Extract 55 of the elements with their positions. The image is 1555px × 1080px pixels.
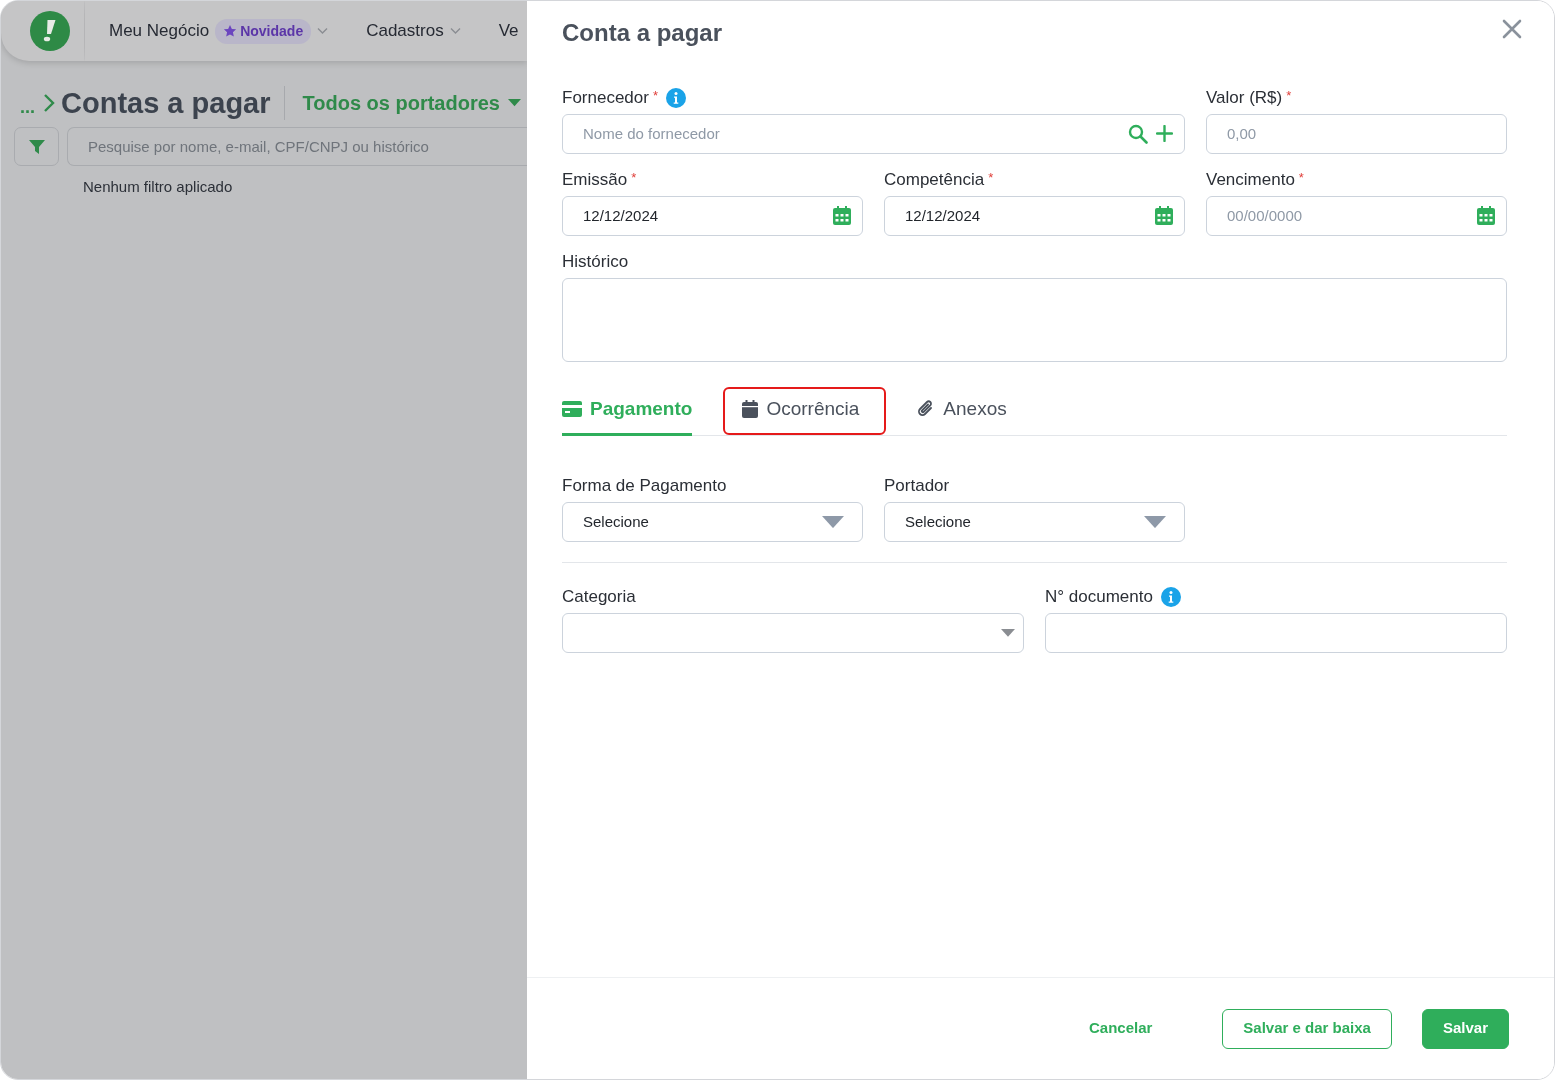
field-label: Fornecedor bbox=[562, 87, 649, 110]
date-field[interactable]: 12/12/2024 bbox=[884, 195, 1185, 236]
search-button[interactable] bbox=[1128, 123, 1148, 144]
close-icon bbox=[1502, 19, 1522, 39]
calendar-icon bbox=[742, 400, 759, 419]
caret-down-icon bbox=[1001, 628, 1015, 637]
nav-menu-item[interactable]: Cadastros bbox=[366, 18, 461, 44]
caret-down-icon bbox=[822, 515, 844, 528]
field-label: Portador bbox=[884, 475, 950, 498]
required-mark: * bbox=[631, 168, 637, 187]
field-label: Histórico bbox=[562, 251, 629, 274]
chevron-right-icon bbox=[43, 93, 55, 113]
nav-menu-item[interactable]: Meu Negócio Novidade bbox=[109, 18, 329, 44]
add-button[interactable] bbox=[1156, 125, 1173, 143]
logo-icon bbox=[30, 11, 70, 51]
nav-menu-item[interactable]: Ve bbox=[498, 18, 519, 44]
date-field[interactable]: 12/12/2024 bbox=[562, 195, 863, 236]
required-mark: * bbox=[652, 86, 658, 105]
caret-down-icon bbox=[1144, 515, 1166, 528]
date-field[interactable]: 00/00/0000 bbox=[1206, 195, 1507, 236]
filter-status: Nenhum filtro aplicado bbox=[83, 177, 234, 197]
field-label: Forma de Pagamento bbox=[562, 475, 727, 498]
input-field[interactable]: Nome do fornecedor bbox=[562, 113, 1185, 154]
text-area[interactable] bbox=[562, 277, 1507, 362]
required-mark: * bbox=[1298, 168, 1304, 187]
field-label: Vencimento bbox=[1206, 169, 1295, 192]
filter-button[interactable] bbox=[14, 127, 59, 166]
tab[interactable]: Anexos bbox=[917, 385, 1007, 436]
search-field[interactable]: Pesquise por nome, e-mail, CPF/CNPJ ou histórico bbox=[67, 127, 527, 166]
select-field[interactable] bbox=[562, 612, 1024, 653]
calendar-icon bbox=[1155, 205, 1173, 225]
required-mark: * bbox=[988, 168, 994, 187]
select-field[interactable]: Selecione bbox=[884, 501, 1185, 542]
field-label: Categoria bbox=[562, 586, 636, 609]
tab[interactable]: Ocorrência bbox=[722, 385, 888, 436]
search-icon bbox=[1128, 123, 1148, 144]
field-label: Valor (R$) bbox=[1206, 87, 1283, 110]
drawer-title: Conta a pagar bbox=[562, 19, 723, 48]
page-title: Contas a pagar bbox=[61, 85, 271, 121]
caret-down-icon bbox=[507, 99, 521, 107]
required-mark: * bbox=[1286, 86, 1292, 105]
filter-icon bbox=[28, 138, 45, 155]
close-button[interactable] bbox=[1502, 19, 1524, 41]
new-badge: Novidade bbox=[215, 18, 312, 44]
credit-card-icon bbox=[562, 401, 582, 418]
star-icon bbox=[223, 24, 238, 38]
calendar-icon bbox=[1477, 205, 1495, 225]
field-label: Emissão bbox=[562, 169, 628, 192]
field-label: N° documento bbox=[1045, 586, 1153, 609]
plus-icon bbox=[1156, 125, 1173, 143]
field-label: Competência bbox=[884, 169, 985, 192]
calendar-icon bbox=[833, 205, 851, 225]
input-field[interactable]: 0,00 bbox=[1206, 113, 1507, 154]
input-field[interactable] bbox=[1045, 612, 1507, 653]
select-field[interactable]: Selecione bbox=[562, 501, 863, 542]
